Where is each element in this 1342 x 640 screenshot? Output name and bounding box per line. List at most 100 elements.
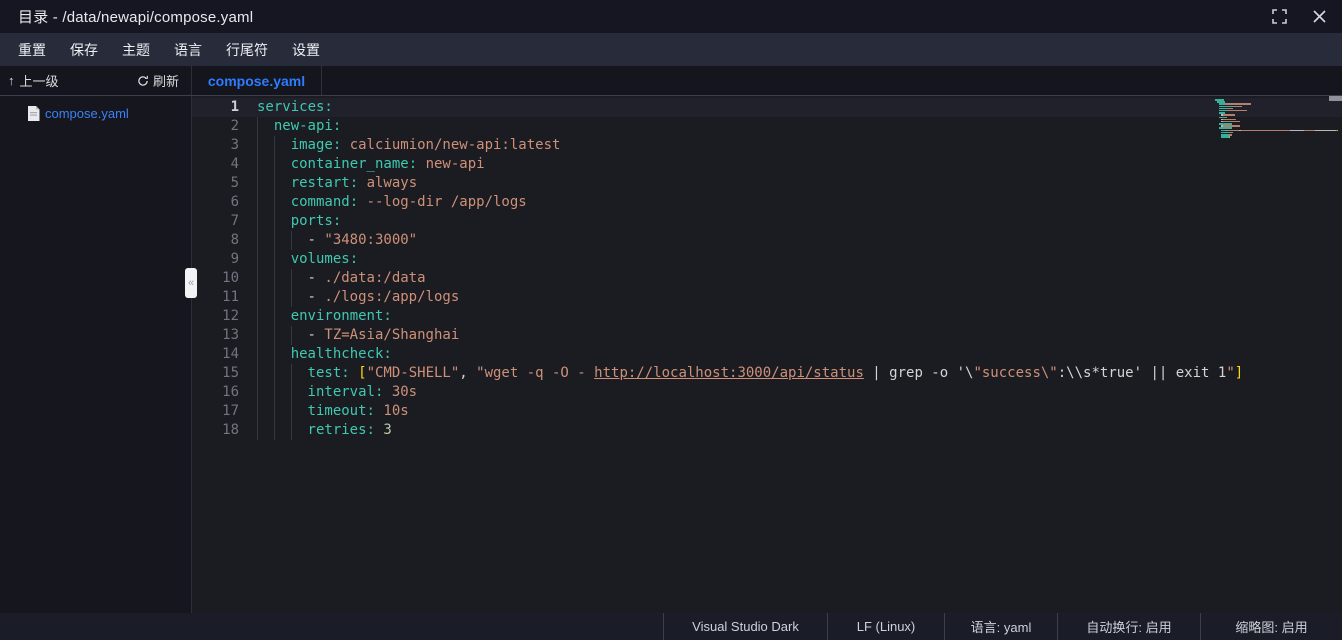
indent-guide [274,155,291,174]
indent-guide [257,155,274,174]
indent-guide [291,288,308,307]
line-number: 16 [192,383,239,402]
code-token: restart: [291,175,358,191]
indent-guide [257,383,274,402]
code-token: - [308,270,325,286]
code-area: 1services:2new-api:3image: calciumion/ne… [192,96,1342,440]
line-number: 6 [192,193,239,212]
line-number: 14 [192,345,239,364]
code-line: 9 volumes: [192,250,1342,269]
indent-guide [274,421,291,440]
menu-item-line-ending[interactable]: 行尾符 [226,40,268,60]
indent-guide [257,345,274,364]
code-token [350,365,358,381]
code-token: new-api [426,156,485,172]
file-item[interactable]: compose.yaml [0,104,191,123]
code-token: environment: [291,308,392,324]
window-title: 目录 - /data/newapi/compose.yaml [18,6,253,27]
line-text: container_name: new-api [257,155,485,174]
code-token: interval: [308,384,384,400]
sidebar-collapse-handle[interactable]: « [185,268,197,298]
indent-guide [274,174,291,193]
code-token: timeout: [308,403,375,419]
line-text: test: ["CMD-SHELL", "wget -q -O - http:/… [257,364,1243,383]
scrollbar-thumb[interactable] [1329,96,1342,101]
code-editor[interactable]: 1services:2new-api:3image: calciumion/ne… [192,96,1342,613]
indent-guide [257,307,274,326]
fullscreen-button[interactable] [1270,8,1288,26]
menu-bar: 重置 保存 主题 语言 行尾符 设置 [0,33,1342,66]
code-token: healthcheck: [291,346,392,362]
menu-item-reset[interactable]: 重置 [18,40,46,60]
up-one-level-button[interactable]: ↑ 上一级 [8,71,59,90]
line-number: 9 [192,250,239,269]
code-token: [ [358,365,366,381]
code-line: 8- "3480:3000" [192,231,1342,250]
line-number: 12 [192,307,239,326]
indent-guide [274,364,291,383]
code-token: calciumion/new-api:latest [350,137,561,153]
url-link[interactable]: http://localhost:3000/api/status [594,365,864,381]
line-text: command: --log-dir /app/logs [257,193,527,212]
code-line: 3image: calciumion/new-api:latest [192,136,1342,155]
code-token: - [308,289,325,305]
code-line: 16interval: 30s [192,383,1342,402]
code-line: 17 timeout: 10s [192,402,1342,421]
line-text: image: calciumion/new-api:latest [257,136,560,155]
tab-bar: compose.yaml [192,66,1342,95]
code-token: | grep -o '\ [864,365,974,381]
indent-guide [257,402,274,421]
status-theme[interactable]: Visual Studio Dark [663,613,827,640]
minimap-segment [1221,136,1229,138]
indent-guide [274,269,291,288]
line-text: restart: always [257,174,417,193]
status-language[interactable]: 语言: yaml [944,613,1057,640]
status-minimap[interactable]: 缩略图: 启用 [1200,613,1342,640]
code-token [417,156,425,172]
refresh-icon [137,75,149,87]
indent-guide [291,421,308,440]
menu-item-language[interactable]: 语言 [174,40,202,60]
code-token: ./data:/data [324,270,425,286]
code-token: services: [257,99,333,115]
file-name: compose.yaml [45,106,129,121]
indent-guide [257,288,274,307]
indent-guide [257,174,274,193]
code-token [358,194,366,210]
line-text: retries: 3 [257,421,392,440]
menu-item-settings[interactable]: 设置 [292,40,320,60]
line-number: 1 [192,98,239,117]
line-text: ports: [257,212,341,231]
status-items: Visual Studio DarkLF (Linux)语言: yaml自动换行… [663,613,1342,640]
indent-guide [274,383,291,402]
indent-guide [257,136,274,155]
refresh-button[interactable]: 刷新 [137,71,179,90]
indent-guide [274,136,291,155]
minimap-segment [1337,130,1338,132]
code-token: always [367,175,418,191]
menu-item-save[interactable]: 保存 [70,40,98,60]
code-token [358,175,366,191]
code-token: retries: [308,422,375,438]
line-number: 10 [192,269,239,288]
indent-guide [291,383,308,402]
code-token: image: [291,137,342,153]
status-bar: Visual Studio DarkLF (Linux)语言: yaml自动换行… [0,613,1342,640]
line-number: 18 [192,421,239,440]
code-token: volumes: [291,251,358,267]
tab-label: compose.yaml [208,73,305,89]
minimap[interactable] [1215,99,1332,138]
code-token: "CMD-SHELL" [367,365,460,381]
status-line-ending[interactable]: LF (Linux) [827,613,944,640]
main-area: compose.yaml « 1services:2new-api:3image… [0,96,1342,613]
line-number: 17 [192,402,239,421]
line-text: timeout: 10s [257,402,409,421]
close-button[interactable] [1310,8,1328,26]
tab-compose-yaml[interactable]: compose.yaml [192,66,322,95]
line-number: 13 [192,326,239,345]
menu-item-theme[interactable]: 主题 [122,40,150,60]
status-word-wrap[interactable]: 自动换行: 启用 [1057,613,1200,640]
line-number: 8 [192,231,239,250]
code-token: test: [308,365,350,381]
code-token [383,384,391,400]
